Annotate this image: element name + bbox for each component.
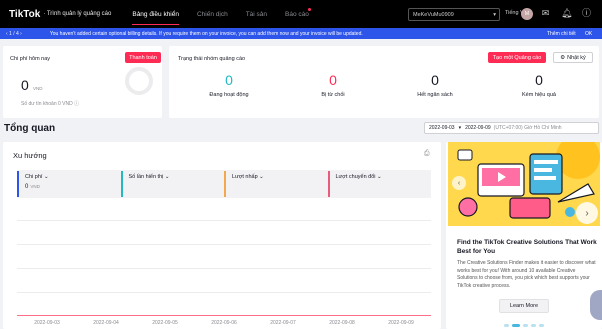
stat-budget-value: 0 [431,72,439,88]
account-selector[interactable]: MeKeVuMu0909 ▾ [408,8,500,21]
promo-description: The Creative Solutions Finder makes it e… [457,260,596,289]
metric-cost-unit: VND [30,184,40,189]
chevron-down-icon: ▾ [458,125,462,131]
bell-icon[interactable]: 🔔︎ [561,8,572,19]
carousel-dot[interactable] [504,324,509,327]
promo-illustration: ‹ › [448,142,600,226]
metric-impressions[interactable]: Số lần hiển thị ⌄ [120,171,225,197]
stat-active[interactable]: 0 Đang hoạt động [189,72,269,98]
ad-group-status-card: Trạng thái nhóm quảng cáo Tạo một Quảng … [169,46,599,118]
help-icon[interactable]: ⓘ [581,8,592,19]
grid-line [17,220,431,221]
grid-line [17,292,431,293]
trends-title: Xu hướng [13,151,47,160]
metric-selector: Chi phí ⌄ 0 VND Số lần hiển thị ⌄ Lượt nh… [17,170,431,198]
help-widget[interactable] [590,290,602,320]
metric-conversions-label: Lượt chuyển đổi [335,174,376,180]
banner-pager[interactable]: ‹ 1 / 4 › [6,31,22,37]
overview-title: Tổng quan [4,123,56,134]
chevron-down-icon: ▾ [493,11,496,18]
spend-currency: VND [33,86,43,91]
stat-rejected[interactable]: 0 Bị từ chối [293,72,373,98]
carousel-dot[interactable] [539,324,544,327]
nav-assets[interactable]: Tài sản [237,0,276,28]
stat-underperforming[interactable]: 0 Kém hiệu quả [499,72,579,98]
carousel-prev-icon[interactable]: ‹ [452,176,466,190]
x-tick: 2022-09-08 [329,320,355,326]
logo-text: TikTok [9,8,41,20]
carousel-dot[interactable] [523,324,528,327]
grid-line [17,268,431,269]
date-range-picker[interactable]: 2022-09-03 ▾ 2022-09-09 (UTC+07:00) Giờ … [424,122,599,134]
today-spend-card: Chi phí hôm nay Thanh toán 0 VND Số dư t… [3,46,162,118]
learn-more-button[interactable]: Learn More [499,299,549,313]
stat-rejected-label: Bị từ chối [321,92,345,98]
log-label: Nhật ký [567,54,586,61]
notification-dot [307,8,311,11]
nav-reports[interactable]: Báo cáo [276,0,318,28]
account-name: MeKeVuMu0909 [413,11,454,18]
carousel-dot-active[interactable] [512,324,520,327]
metric-impressions-label: Số lần hiển thị [128,174,164,180]
chevron-down-icon: ⌄ [377,174,382,180]
stat-under-value: 0 [535,72,543,88]
add-details-link[interactable]: Thêm chi tiết [547,31,576,37]
chart-baseline [17,315,431,316]
status-title: Trạng thái nhóm quảng cáo [178,56,246,62]
date-from: 2022-09-03 [429,125,455,131]
stat-budget-label: Hết ngân sách [417,92,453,98]
stat-under-label: Kém hiệu quả [522,92,556,98]
nav-campaigns[interactable]: Chiến dịch [188,0,237,28]
export-icon[interactable]: ⎙ [424,150,430,158]
billing-notice-banner: ‹ 1 / 4 › You haven't added certain opti… [0,28,602,39]
date-to: 2022-09-09 [465,125,491,131]
chevron-down-icon: ⌄ [164,174,170,180]
banner-message: You haven't added certain optional billi… [49,30,363,37]
metric-cost-value: 0 [25,184,29,190]
gear-icon: ⚙ [560,54,566,61]
carousel-dot[interactable] [531,324,536,327]
create-ad-button[interactable]: Tạo một Quảng cáo [488,52,546,63]
tiktok-logo[interactable]: TikTok · Trình quản lý quảng cáo [9,9,111,20]
credit-balance: Số dư tín khoản 0 VND ⓘ [21,101,80,107]
top-navigation-bar: TikTok · Trình quản lý quảng cáo Bảng đi… [0,0,602,28]
logo-subtitle: · Trình quản lý quảng cáo [43,11,112,17]
stat-active-value: 0 [225,72,233,88]
chevron-down-icon: ⌄ [43,174,49,180]
promo-title: Find the TikTok Creative Solutions That … [457,239,597,255]
promo-card: ‹ › Find the TikTok Creative Solutions T… [446,142,602,329]
stat-active-label: Đang hoạt động [209,92,249,98]
main-nav: Bảng điều khiển Chiến dịch Tài sản Báo c… [123,0,318,28]
x-tick: 2022-09-07 [270,320,296,326]
metric-cost-label: Chi phí [25,174,43,180]
grid-line [17,244,431,245]
metric-clicks-label: Lượt nhấp [232,174,258,180]
timezone: (UTC+07:00) Giờ Hồ Chí Minh [493,125,562,131]
metric-conversions[interactable]: Lượt chuyển đổi ⌄ [327,171,432,197]
avatar[interactable]: M [521,8,533,20]
pay-button[interactable]: Thanh toán [125,52,161,63]
stat-out-of-budget[interactable]: 0 Hết ngân sách [395,72,475,98]
x-tick: 2022-09-03 [34,320,60,326]
metric-clicks[interactable]: Lượt nhấp ⌄ [224,171,328,197]
trends-card: Xu hướng ⎙ Chi phí ⌄ 0 VND Số lần hiển th… [3,142,441,329]
nav-dashboard[interactable]: Bảng điều khiển [123,0,188,28]
spend-amount: 0 [21,77,29,93]
stat-rejected-value: 0 [329,72,337,88]
carousel-dots [504,324,544,327]
nav-reports-label: Báo cáo [285,10,309,18]
metric-cost[interactable]: Chi phí ⌄ 0 VND [17,171,121,197]
carousel-next-icon[interactable]: › [576,202,598,224]
chevron-down-icon: ⌄ [259,174,264,180]
log-button[interactable]: ⚙ Nhật ký [553,52,593,63]
banner-ok-button[interactable]: OK [585,31,592,37]
spend-title: Chi phí hôm nay [10,56,51,62]
x-tick: 2022-09-04 [93,320,119,326]
x-tick: 2022-09-09 [388,320,414,326]
mail-icon[interactable]: ✉ [540,8,551,19]
x-tick: 2022-09-05 [152,320,178,326]
x-tick: 2022-09-06 [211,320,237,326]
spend-ring-chart [125,67,153,95]
